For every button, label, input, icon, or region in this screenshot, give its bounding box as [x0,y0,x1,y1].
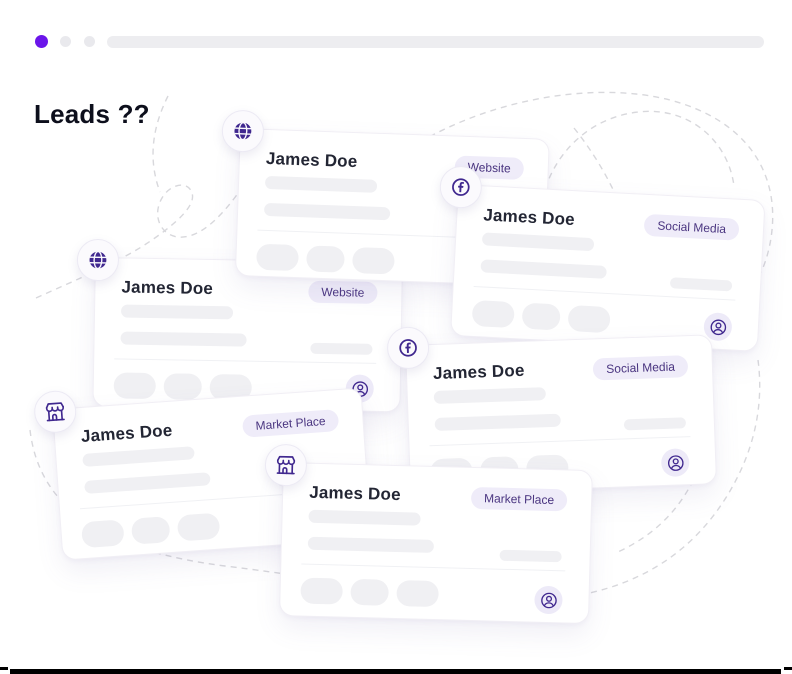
footer-bar [10,669,781,674]
card-header: James Doe Social Media [406,335,712,387]
placeholder-line [308,510,420,526]
placeholder-line [121,304,233,319]
placeholder-pill [306,245,345,272]
placeholder-pill [352,247,395,274]
placeholder-pills [300,578,439,608]
divider [114,358,376,364]
divider [301,564,565,572]
placeholder-pill [256,244,299,271]
address-bar [107,36,764,48]
placeholder-pills [472,300,611,333]
placeholder-line [120,331,246,346]
source-badge: Market Place [242,409,339,438]
placeholder-pill [131,516,171,545]
divider [430,436,691,446]
footer-tick-left [0,667,8,670]
placeholder-pill [567,305,610,333]
leads-illustration: Leads ?? James Doe Website James Doe Web… [0,0,792,674]
source-badge: Market Place [471,487,568,512]
lead-name: James Doe [121,277,213,299]
placeholder-pills [81,513,220,549]
placeholder-line [308,537,434,553]
placeholder-pills [256,244,395,275]
source-badge: Website [308,281,378,304]
lead-name: James Doe [433,361,525,384]
placeholder-line [264,203,390,220]
placeholder-pill [522,303,561,331]
placeholder-line [482,232,595,251]
placeholder-line [434,387,546,404]
placeholder-line-short [624,417,686,430]
placeholder-pill [164,373,202,400]
placeholder-pill [350,579,389,606]
window-dot-accent [35,35,48,48]
lead-name: James Doe [266,149,358,172]
placeholder-line [435,414,561,431]
lead-name: James Doe [309,483,401,505]
placeholder-pill [114,372,156,399]
source-badge: Social Media [644,214,740,241]
source-badge: Social Media [593,355,688,380]
placeholder-pill [472,300,515,328]
placeholder-line [480,259,607,279]
window-dot [60,36,71,47]
card-header: James Doe Market Place [283,463,592,512]
lead-name: James Doe [483,205,575,230]
placeholder-pill [300,578,343,605]
lead-name: James Doe [80,421,173,447]
placeholder-pill [396,580,439,607]
lead-card-social-top: James Doe Social Media [450,184,766,352]
lead-card-market-bottom: James Doe Market Place [279,462,593,624]
page-title: Leads ?? [34,99,150,130]
user-circle-icon [534,586,563,615]
placeholder-line [82,446,195,467]
user-circle-icon [661,448,690,477]
placeholder-line-short [499,550,561,563]
window-dot [84,36,95,47]
placeholder-pill [81,519,125,548]
placeholder-line [84,472,211,494]
footer-tick-right [784,667,792,670]
placeholder-line-short [670,277,732,291]
placeholder-pill [177,513,221,542]
placeholder-line [265,176,377,193]
card-header: James Doe Website [240,129,549,181]
placeholder-line-short [310,343,372,355]
